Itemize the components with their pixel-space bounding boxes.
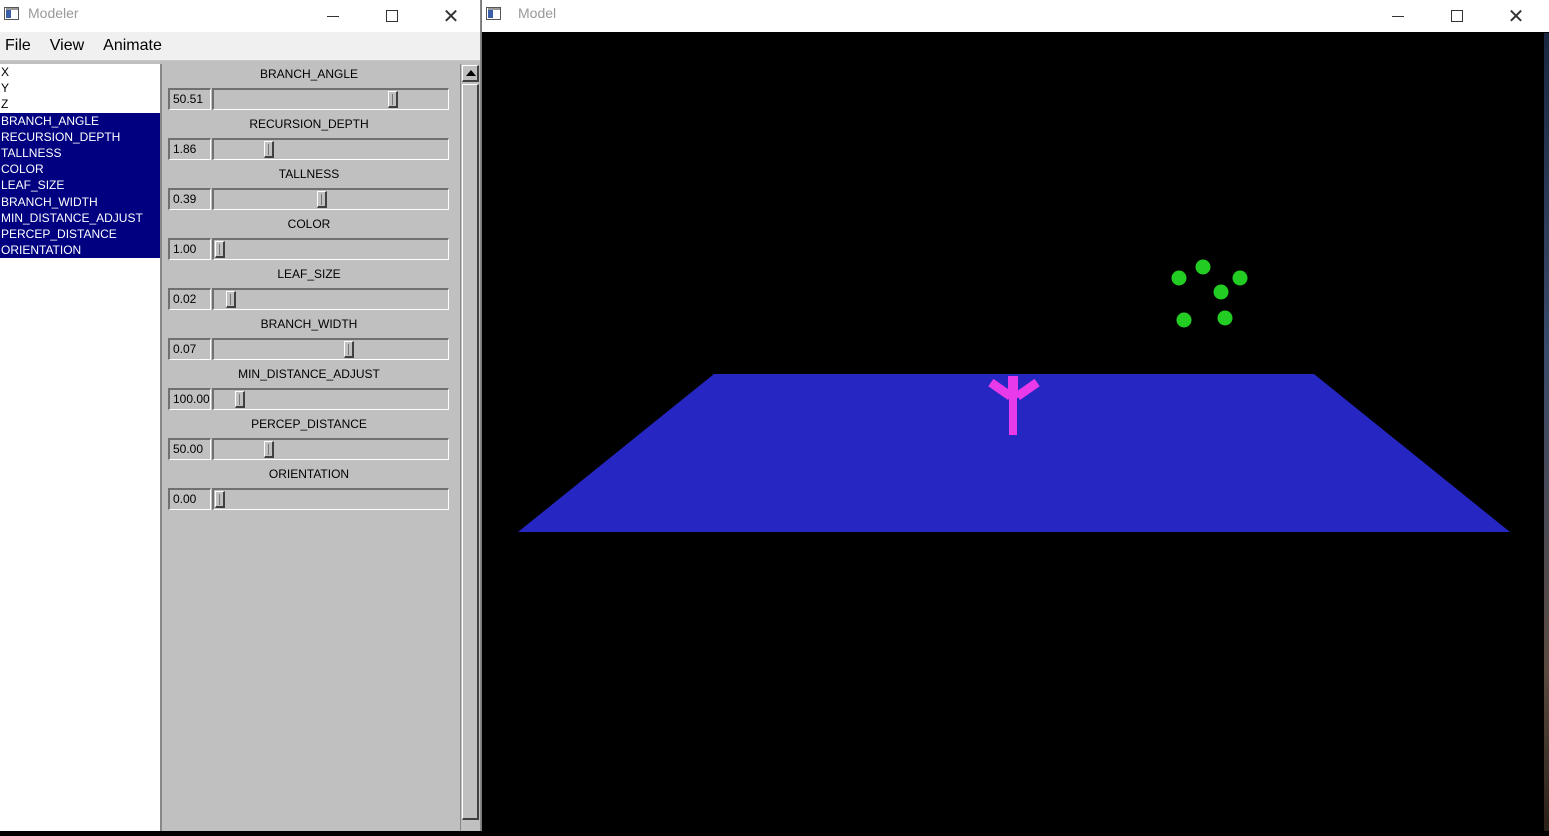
- list-item[interactable]: Y: [0, 80, 160, 96]
- slider-value-field[interactable]: 50.00: [168, 438, 211, 460]
- list-item[interactable]: TALLNESS: [0, 144, 160, 162]
- maximize-button[interactable]: [363, 0, 421, 32]
- slider-value-field[interactable]: 100.00: [168, 388, 211, 410]
- slider-value-field[interactable]: 1.86: [168, 138, 211, 160]
- slider-track[interactable]: [212, 488, 449, 510]
- app-icon: [486, 7, 501, 20]
- leaf: [1195, 259, 1211, 275]
- slider-track[interactable]: [212, 238, 449, 260]
- leaf: [1217, 310, 1233, 326]
- close-icon: ✕: [1507, 4, 1525, 28]
- list-item[interactable]: COLOR: [0, 161, 160, 178]
- parameter-list[interactable]: X Y Z BRANCH_ANGLE RECURSION_DEPTH TALLNESS CO…: [0, 64, 162, 831]
- tree-branch-back: [1011, 395, 1017, 405]
- minimize-icon: [1392, 15, 1404, 17]
- slider-track[interactable]: [212, 438, 449, 460]
- slider-thumb[interactable]: [317, 191, 328, 208]
- slider-label: MIN_DISTANCE_ADJUST: [238, 367, 380, 381]
- desktop-edge: [1544, 33, 1549, 831]
- close-button[interactable]: ✕: [1487, 0, 1545, 32]
- slider-thumb[interactable]: [388, 91, 399, 108]
- maximize-icon: [1451, 10, 1463, 22]
- menu-view[interactable]: View: [50, 37, 84, 55]
- slider-thumb[interactable]: [215, 241, 225, 258]
- leaf: [1171, 270, 1187, 286]
- minimize-icon: [327, 15, 339, 17]
- close-button[interactable]: ✕: [422, 0, 480, 32]
- slider-track[interactable]: [212, 88, 449, 110]
- leaf: [1176, 312, 1192, 328]
- slider-label: BRANCH_ANGLE: [259, 67, 359, 81]
- scene-svg: [518, 259, 1510, 532]
- maximize-button[interactable]: [1428, 0, 1486, 32]
- tree-branch-center: [1008, 376, 1018, 398]
- list-item[interactable]: BRANCH_WIDTH: [0, 193, 160, 210]
- leaf-cluster: [1171, 259, 1248, 328]
- slider-value-field[interactable]: 0.02: [168, 288, 211, 310]
- minimize-button[interactable]: [1369, 0, 1427, 32]
- model-title: Model: [518, 5, 557, 21]
- app-icon: [4, 7, 19, 20]
- slider-panel: BRANCH_ANGLE 50.51 RECURSION_DEPTH 1.86 TALL…: [162, 64, 460, 831]
- 3d-viewport[interactable]: [482, 33, 1549, 831]
- slider-label: ORIENTATION: [268, 467, 350, 481]
- list-item[interactable]: MIN_DISTANCE_ADJUST: [0, 209, 160, 226]
- model-titlebar[interactable]: Model ✕: [482, 0, 1549, 32]
- slider-thumb[interactable]: [234, 391, 245, 408]
- slider-value-field[interactable]: 0.07: [168, 338, 211, 360]
- leaf: [1232, 270, 1248, 286]
- slider-track[interactable]: [212, 338, 449, 360]
- close-icon: ✕: [442, 4, 460, 28]
- slider-label: PERCEP_DISTANCE: [251, 417, 367, 431]
- slider-track[interactable]: [212, 138, 449, 160]
- modeler-title: Modeler: [28, 5, 79, 21]
- slider-label: LEAF_SIZE: [277, 267, 341, 281]
- slider-label: RECURSION_DEPTH: [249, 117, 369, 131]
- maximize-icon: [386, 10, 398, 22]
- model-window: Model ✕: [481, 0, 1549, 831]
- slider-thumb[interactable]: [215, 491, 225, 508]
- slider-value-field[interactable]: 50.51: [168, 88, 211, 110]
- slider-thumb[interactable]: [343, 341, 354, 358]
- list-item[interactable]: X: [0, 64, 160, 80]
- list-item[interactable]: LEAF_SIZE: [0, 177, 160, 194]
- menubar: File View Animate: [0, 32, 480, 61]
- slider-label: COLOR: [287, 217, 331, 231]
- list-item[interactable]: Z: [0, 96, 160, 112]
- slider-value-field[interactable]: 1.00: [168, 238, 211, 260]
- menu-file[interactable]: File: [5, 37, 31, 55]
- slider-thumb[interactable]: [263, 441, 274, 458]
- minimize-button[interactable]: [304, 0, 362, 32]
- slider-label: BRANCH_WIDTH: [260, 317, 358, 331]
- list-item[interactable]: ORIENTATION: [0, 242, 160, 259]
- slider-value-field[interactable]: 0.39: [168, 188, 211, 210]
- slider-label: TALLNESS: [278, 167, 340, 181]
- leaf: [1213, 284, 1229, 300]
- list-item[interactable]: PERCEP_DISTANCE: [0, 225, 160, 243]
- scroll-up-icon[interactable]: [462, 65, 479, 82]
- panel-scrollbar[interactable]: [460, 64, 480, 831]
- slider-thumb[interactable]: [226, 291, 237, 308]
- slider-value-field[interactable]: 0.00: [168, 488, 211, 510]
- list-item[interactable]: BRANCH_ANGLE: [0, 112, 160, 129]
- slider-thumb[interactable]: [263, 141, 274, 158]
- slider-track[interactable]: [212, 288, 449, 310]
- slider-track[interactable]: [212, 188, 449, 210]
- menu-animate[interactable]: Animate: [103, 37, 162, 55]
- modeler-window: Modeler ✕ File View Animate X Y Z BRANCH_AN…: [0, 0, 481, 831]
- modeler-titlebar[interactable]: Modeler ✕: [0, 0, 480, 32]
- list-item[interactable]: RECURSION_DEPTH: [0, 128, 160, 145]
- scroll-track[interactable]: [462, 84, 479, 820]
- slider-track[interactable]: [212, 388, 449, 410]
